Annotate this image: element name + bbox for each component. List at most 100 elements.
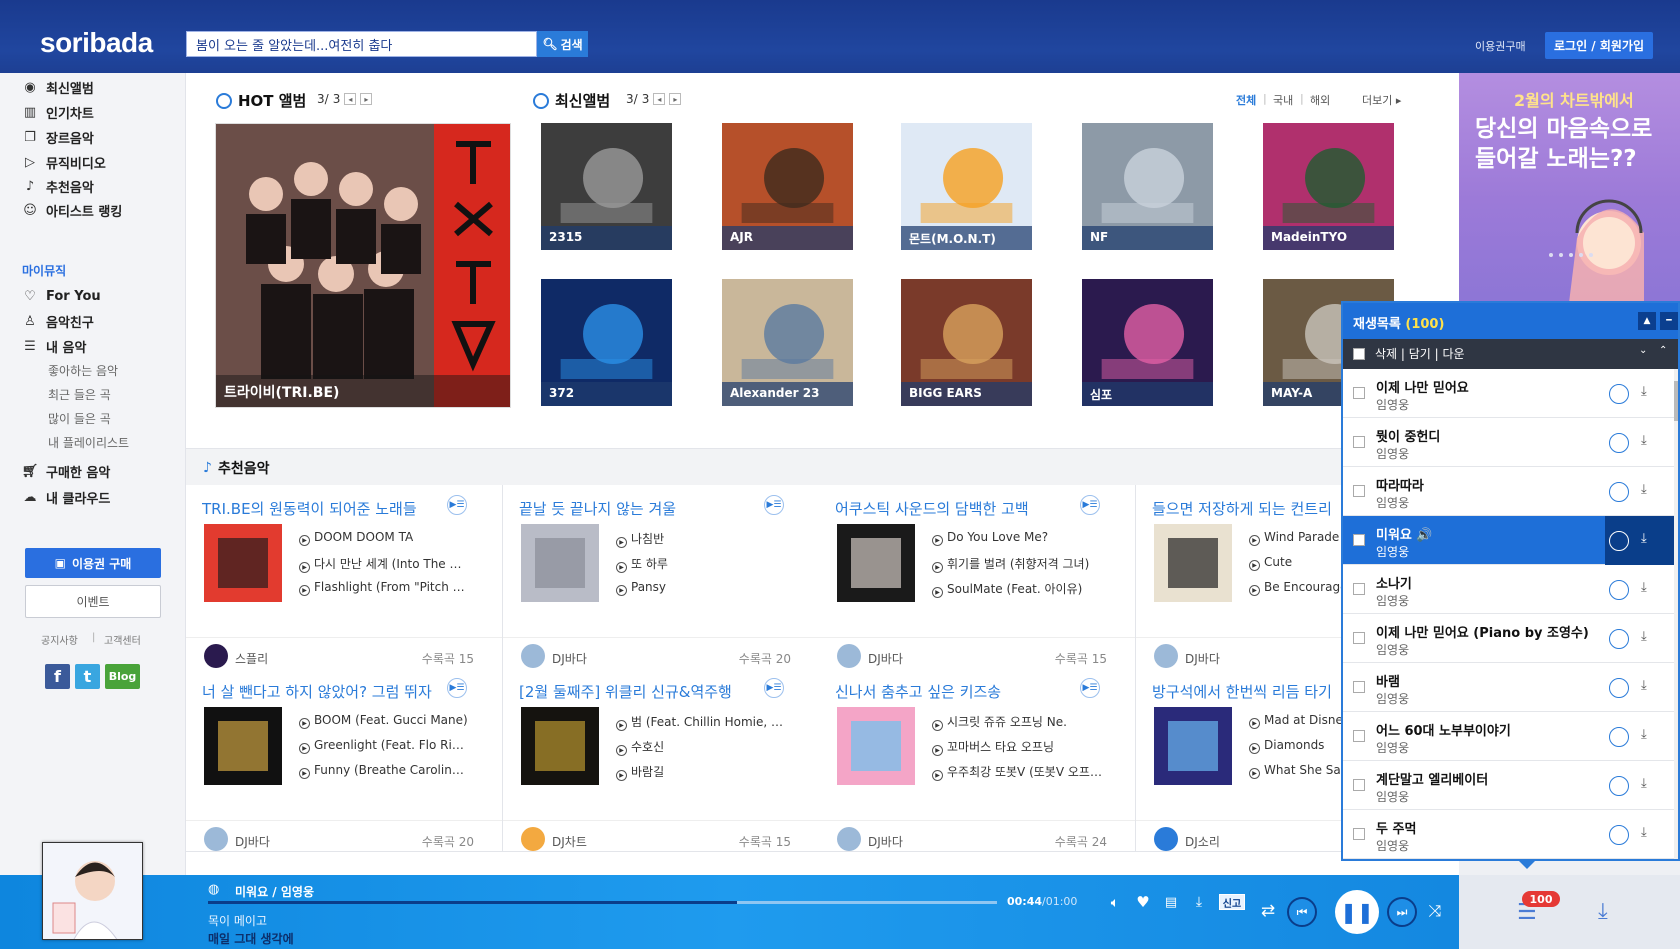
mymusic-title[interactable]: 마이뮤직 (22, 262, 66, 279)
playlist-row[interactable]: 바램 임영웅 ⤓ (1343, 663, 1674, 712)
sidebar-sub-liked[interactable]: 좋아하는 음악 (48, 362, 118, 379)
playlist-row[interactable]: 어느 60대 노부부이야기 임영웅 ⤓ (1343, 712, 1674, 761)
promo-banner[interactable]: 2월의 차트밖에서 당신의 마음속으로 들어갈 노래는?? (1459, 73, 1680, 303)
playlist-row[interactable]: 뭣이 중헌디 임영웅 ⤓ (1343, 418, 1674, 467)
event-button[interactable]: 이벤트 (25, 585, 161, 618)
card-title[interactable]: TRI.BE의 원동력이 되어준 노래들 (202, 498, 447, 519)
play-all-icon[interactable]: ▶☰ (447, 678, 467, 698)
album-card[interactable]: 심포 (1082, 279, 1213, 406)
card-author[interactable]: DJ바다 (868, 650, 903, 667)
track-item[interactable]: ▶ 수호신 (616, 738, 786, 756)
track-item[interactable]: ▶ 또 하루 (616, 555, 786, 573)
sidebar-item-bought[interactable]: 🛒︎ 구매한 음악 (22, 462, 111, 481)
track-item[interactable]: ▶ Pansy (616, 580, 786, 596)
now-playing-title[interactable]: 미워요 / 임영웅 (235, 883, 314, 900)
song-title[interactable]: 두 주먹 (1376, 818, 1416, 837)
download-icon[interactable]: ⤓ (1641, 580, 1647, 595)
download-icon[interactable]: ⤓ (1641, 629, 1647, 644)
twitter-icon[interactable]: t (75, 664, 100, 689)
album-card[interactable]: NF (1082, 123, 1213, 250)
song-artist[interactable]: 임영웅 (1376, 739, 1409, 756)
track-item[interactable]: ▶ Flashlight (From "Pitch Perfect 2") (299, 580, 469, 596)
sidebar-item-cloud[interactable]: ☁ 내 클라우드 (22, 488, 111, 507)
volume-icon[interactable]: 🔈︎ (1106, 894, 1124, 912)
lp-icon[interactable] (1609, 482, 1629, 502)
playlist-card[interactable]: 어쿠스틱 사운드의 담백한 고백 ▶☰ ▶ Do You Love Me? ▶ 휘기를 벌… (819, 485, 1136, 669)
track-item[interactable]: ▶ 나침반 (616, 530, 786, 548)
avatar[interactable] (521, 827, 545, 851)
track-item[interactable]: ▶ 꼬마버스 타요 오프닝 (932, 738, 1102, 756)
track-item[interactable]: ▶ Greenlight (Feat. Flo Rida) (299, 738, 469, 754)
minimize-icon[interactable]: ━ (1660, 312, 1678, 330)
facebook-icon[interactable]: f (45, 664, 70, 689)
song-title[interactable]: 소나기 (1376, 573, 1412, 592)
card-author[interactable]: 스플리 (235, 650, 268, 667)
lp-icon[interactable] (1609, 629, 1629, 649)
download-icon[interactable]: ⤓ (1641, 433, 1647, 448)
move-up-icon[interactable]: ▲ (1638, 312, 1656, 330)
track-item[interactable]: ▶ 우주최강 또봇V (또봇V 오프닝) (932, 763, 1102, 781)
track-item[interactable]: ▶ 휘기를 벌려 (취향저격 그녀) (932, 555, 1102, 573)
row-checkbox[interactable] (1353, 436, 1365, 448)
row-checkbox[interactable] (1353, 779, 1365, 791)
hot-album-cover[interactable]: 트라이비(TRI.BE) (215, 123, 511, 408)
prev-icon[interactable]: ◂ (653, 93, 666, 105)
track-item[interactable]: ▶ Do You Love Me? (932, 530, 1102, 546)
row-checkbox[interactable] (1353, 387, 1365, 399)
lp-icon[interactable] (1609, 727, 1629, 747)
song-artist[interactable]: 임영웅 (1376, 494, 1409, 511)
song-artist[interactable]: 임영웅 (1376, 788, 1409, 805)
card-author[interactable]: DJ바다 (235, 833, 270, 850)
buy-ticket-link[interactable]: 이용권구매 (1475, 38, 1526, 54)
download-icon[interactable]: ⤓ (1641, 727, 1647, 742)
select-all-checkbox[interactable] (1353, 348, 1365, 360)
track-item[interactable]: ▶ 범 (Feat. Chillin Homie, Deepflow) (616, 713, 786, 731)
lyrics-icon[interactable]: ▤ (1162, 893, 1180, 911)
playlist-card[interactable]: 신나서 춤추고 싶은 키즈송 ▶☰ ▶ 시크릿 쥬쥬 오프닝 Ne. ▶ 꼬마버스 타요 … (819, 668, 1136, 852)
song-artist[interactable]: 임영웅 (1376, 543, 1409, 560)
sidebar-sub-myplaylist[interactable]: 내 플레이리스트 (48, 434, 129, 451)
lp-icon[interactable] (1609, 776, 1629, 796)
sidebar-item-for-you[interactable]: ♡ For You (22, 288, 100, 304)
playlist-actions[interactable]: 삭제 | 담기 | 다운 (1375, 347, 1465, 361)
album-card[interactable]: Alexander 23 (722, 279, 853, 406)
song-title[interactable]: 미워요 🔊 (1376, 524, 1433, 543)
card-author[interactable]: DJ바다 (1185, 650, 1220, 667)
album-card[interactable]: BIGG EARS (901, 279, 1032, 406)
playlist-scrollbar[interactable] (1674, 369, 1678, 859)
track-item[interactable]: ▶ 다시 만난 세계 (Into The New World) (299, 555, 469, 573)
row-checkbox[interactable] (1353, 730, 1365, 742)
lp-icon[interactable] (1609, 433, 1629, 453)
download-tray-icon[interactable]: ⤓ (1598, 900, 1624, 924)
avatar[interactable] (204, 827, 228, 851)
row-checkbox[interactable] (1353, 681, 1365, 693)
avatar[interactable] (837, 644, 861, 668)
scrollbar-thumb[interactable] (1674, 381, 1678, 421)
previous-icon[interactable]: ⏮︎ (1287, 897, 1317, 927)
card-thumbnail[interactable] (1154, 707, 1232, 785)
playlist-row[interactable]: 미워요 🔊 임영웅 ⤓ (1343, 516, 1674, 565)
download-icon[interactable]: ⤓ (1641, 776, 1647, 791)
track-item[interactable]: ▶ DOOM DOOM TA (299, 530, 469, 546)
download-icon[interactable]: ⤓ (1641, 482, 1647, 497)
sidebar-item-video[interactable]: ▷ 뮤직비디오 (22, 153, 106, 172)
download-icon[interactable]: ⤓ (1641, 678, 1647, 693)
play-all-icon[interactable]: ▶☰ (764, 495, 784, 515)
song-artist[interactable]: 임영웅 (1376, 592, 1409, 609)
customer-center-link[interactable]: 고객센터 (104, 632, 141, 647)
shuffle-icon[interactable]: ⤨ (1424, 900, 1446, 922)
now-playing-cover[interactable] (42, 842, 143, 940)
song-title[interactable]: 이제 나만 믿어요 (1376, 377, 1469, 396)
lp-icon[interactable] (1609, 384, 1629, 404)
play-all-icon[interactable]: ▶☰ (1080, 495, 1100, 515)
avatar[interactable] (204, 644, 228, 668)
pause-button[interactable]: ❚❚ (1335, 890, 1379, 934)
song-artist[interactable]: 임영웅 (1376, 396, 1409, 413)
track-item[interactable]: ▶ 바람길 (616, 763, 786, 781)
avatar[interactable] (521, 644, 545, 668)
song-title[interactable]: 바램 (1376, 671, 1400, 690)
album-card[interactable]: 372 (541, 279, 672, 406)
track-item[interactable]: ▶ Funny (Breathe Caroline Remix) (299, 763, 469, 779)
card-thumbnail[interactable] (204, 524, 282, 602)
card-thumbnail[interactable] (837, 707, 915, 785)
